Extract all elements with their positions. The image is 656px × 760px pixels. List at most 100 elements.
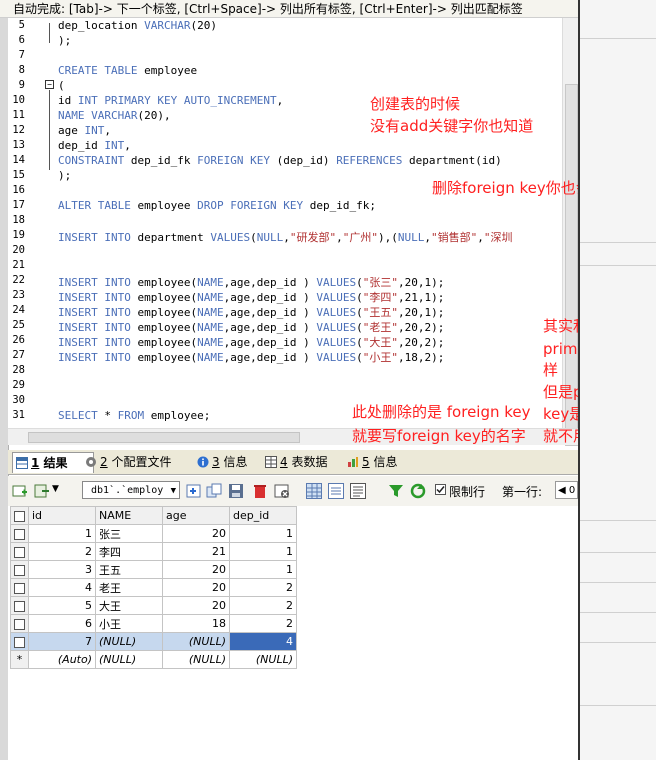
table-row[interactable]: 7 (NULL) (NULL) 4 bbox=[10, 632, 297, 651]
cell-name[interactable]: 李四 bbox=[95, 542, 163, 561]
tab-num: 1 bbox=[31, 456, 40, 470]
scroll-thumb[interactable] bbox=[28, 432, 300, 443]
cell-age[interactable]: (NULL) bbox=[162, 632, 230, 651]
editor-vertical-scrollbar[interactable] bbox=[562, 18, 579, 446]
annotation-drop-fk: 删除foreign key你也会 bbox=[432, 179, 591, 197]
tab-info-2[interactable]: 5 信息 bbox=[344, 452, 397, 472]
table-select[interactable]: db1`.`employ ▼ bbox=[82, 481, 180, 499]
cell-name[interactable]: 小王 bbox=[95, 614, 163, 633]
column-header-id[interactable]: id bbox=[28, 506, 96, 525]
sql-editor[interactable]: 5 6 7 8 9 10 11 12 13 14 15 16 17 18 19 20 21 22 23 24 25 26 2… bbox=[8, 18, 562, 428]
table-header-row: id NAME age dep_id bbox=[10, 506, 297, 525]
cell-id[interactable]: 2 bbox=[28, 542, 96, 561]
cell-name[interactable]: (NULL) bbox=[95, 632, 163, 651]
select-all-header[interactable] bbox=[10, 506, 29, 525]
delete-icon[interactable] bbox=[252, 483, 268, 499]
cell-id[interactable]: 7 bbox=[28, 632, 96, 651]
line-number: 28 bbox=[12, 364, 25, 376]
column-header-dep-id[interactable]: dep_id bbox=[229, 506, 297, 525]
column-header-age[interactable]: age bbox=[162, 506, 230, 525]
cell-dep-id[interactable]: (NULL) bbox=[229, 650, 297, 669]
cell-age[interactable]: 18 bbox=[162, 614, 230, 633]
first-row-stepper[interactable]: ◀ 0 bbox=[555, 481, 578, 499]
row-checkbox[interactable] bbox=[10, 596, 29, 615]
column-header-name[interactable]: NAME bbox=[95, 506, 163, 525]
chevron-down-icon[interactable]: ▼ bbox=[52, 484, 59, 494]
cell-dep-id[interactable]: 1 bbox=[229, 542, 297, 561]
cell-dep-id[interactable]: 1 bbox=[229, 524, 297, 543]
code-line: dep_location VARCHAR(20) bbox=[58, 19, 217, 32]
cell-name[interactable]: 老王 bbox=[95, 578, 163, 597]
cell-name[interactable]: 王五 bbox=[95, 560, 163, 579]
code-line: INSERT INTO department VALUES(NULL,"研发部"… bbox=[58, 231, 513, 244]
line-number: 26 bbox=[12, 334, 25, 346]
cell-age[interactable]: 20 bbox=[162, 578, 230, 597]
table-data-icon bbox=[265, 456, 277, 468]
annotation-here: 就要写foreign key的名字 bbox=[352, 427, 526, 445]
cell-id[interactable]: 3 bbox=[28, 560, 96, 579]
autocomplete-hint-bar: 自动完成: [Tab]-> 下一个标签, [Ctrl+Space]-> 列出所有… bbox=[0, 0, 578, 18]
table-row[interactable]: 5 大王 20 2 bbox=[10, 596, 297, 615]
line-number: 10 bbox=[12, 94, 25, 106]
first-row-label: 第一行: bbox=[502, 485, 543, 499]
divider bbox=[580, 612, 656, 613]
row-checkbox[interactable] bbox=[10, 542, 29, 561]
tab-info[interactable]: 3 信息 bbox=[194, 452, 247, 472]
row-checkbox[interactable] bbox=[10, 560, 29, 579]
table-row[interactable]: 3 王五 20 1 bbox=[10, 560, 297, 579]
cell-dep-id[interactable]: 2 bbox=[229, 578, 297, 597]
new-row-marker[interactable]: * bbox=[10, 650, 29, 669]
duplicate-row-icon[interactable] bbox=[206, 483, 222, 499]
table-row[interactable]: 2 李四 21 1 bbox=[10, 542, 297, 561]
code-line: ( bbox=[58, 79, 65, 92]
table-row[interactable]: 1 张三 20 1 bbox=[10, 524, 297, 543]
annotation-primary-key: 样 bbox=[543, 361, 559, 379]
table-row[interactable]: 4 老王 20 2 bbox=[10, 578, 297, 597]
limit-rows-checkbox[interactable] bbox=[435, 484, 446, 495]
cell-age[interactable]: 21 bbox=[162, 542, 230, 561]
cell-dep-id[interactable]: 4 bbox=[229, 632, 297, 651]
cell-name[interactable]: (NULL) bbox=[95, 650, 163, 669]
text-view-icon[interactable] bbox=[350, 483, 366, 499]
filter-icon[interactable] bbox=[388, 483, 404, 499]
add-row-icon[interactable] bbox=[12, 483, 28, 499]
table-row[interactable]: 6 小王 18 2 bbox=[10, 614, 297, 633]
cell-age[interactable]: 20 bbox=[162, 524, 230, 543]
cell-name[interactable]: 张三 bbox=[95, 524, 163, 543]
export-icon[interactable] bbox=[34, 483, 50, 499]
row-checkbox[interactable] bbox=[10, 632, 29, 651]
insert-row-icon[interactable] bbox=[186, 483, 202, 499]
cell-id[interactable]: 1 bbox=[28, 524, 96, 543]
cell-dep-id[interactable]: 2 bbox=[229, 596, 297, 615]
table-select-value: db1`.`employ bbox=[91, 485, 164, 496]
info-chart-icon bbox=[348, 457, 358, 467]
line-number: 20 bbox=[12, 244, 25, 256]
row-checkbox[interactable] bbox=[10, 614, 29, 633]
form-view-icon[interactable] bbox=[328, 483, 344, 499]
code-line: CONSTRAINT dep_id_fk FOREIGN KEY (dep_id… bbox=[58, 154, 502, 167]
row-checkbox[interactable] bbox=[10, 578, 29, 597]
code-line: age INT, bbox=[58, 124, 111, 137]
cell-age[interactable]: 20 bbox=[162, 560, 230, 579]
line-number: 12 bbox=[12, 124, 25, 136]
tab-profiles[interactable]: 2 个配置文件 bbox=[82, 452, 171, 472]
cell-id[interactable]: 5 bbox=[28, 596, 96, 615]
cell-id[interactable]: 6 bbox=[28, 614, 96, 633]
tab-num: 2 bbox=[100, 455, 108, 469]
code-line: INSERT INTO employee(NAME,age,dep_id ) V… bbox=[58, 336, 445, 349]
cell-dep-id[interactable]: 1 bbox=[229, 560, 297, 579]
table-row[interactable]: * (Auto) (NULL) (NULL) (NULL) bbox=[10, 650, 297, 669]
refresh-icon[interactable] bbox=[410, 483, 426, 499]
cell-id[interactable]: 4 bbox=[28, 578, 96, 597]
fold-toggle-icon[interactable]: − bbox=[45, 80, 54, 89]
cancel-changes-icon[interactable] bbox=[274, 483, 290, 499]
grid-view-icon[interactable] bbox=[306, 483, 322, 499]
save-icon[interactable] bbox=[228, 483, 244, 499]
tab-table-data[interactable]: 4 表数据 bbox=[262, 452, 327, 472]
cell-age[interactable]: 20 bbox=[162, 596, 230, 615]
cell-id[interactable]: (Auto) bbox=[28, 650, 96, 669]
cell-dep-id[interactable]: 2 bbox=[229, 614, 297, 633]
row-checkbox[interactable] bbox=[10, 524, 29, 543]
cell-name[interactable]: 大王 bbox=[95, 596, 163, 615]
cell-age[interactable]: (NULL) bbox=[162, 650, 230, 669]
